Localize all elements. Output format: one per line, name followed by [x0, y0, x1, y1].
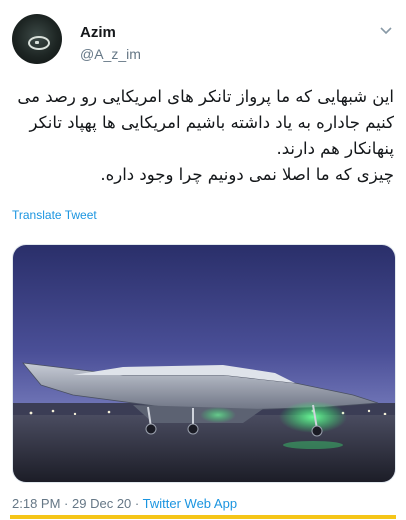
tweet-meta: 2:18 PM · 29 Dec 20 · Twitter Web App	[12, 496, 237, 511]
meta-separator-1: ·	[64, 496, 69, 511]
drone-photo	[13, 245, 395, 482]
chevron-down-icon[interactable]	[378, 22, 394, 38]
display-name[interactable]: Azim	[80, 24, 116, 41]
avatar-dot	[35, 41, 39, 44]
tweet-line-1: این شبهایی که ما پرواز تانکر های امریکای…	[17, 87, 394, 158]
tweet-text: این شبهایی که ما پرواز تانکر های امریکای…	[12, 84, 394, 188]
tweet-media-image[interactable]	[12, 244, 396, 483]
avatar-ring	[28, 36, 50, 50]
meta-separator-2: ·	[134, 496, 140, 511]
tweet-source-link[interactable]: Twitter Web App	[143, 496, 237, 511]
tweet-date[interactable]: 29 Dec 20	[72, 496, 131, 511]
tweet-line-2: چیزی که ما اصلا نمی دونیم چرا وجود داره.	[100, 165, 394, 184]
tweet-time[interactable]: 2:18 PM	[12, 496, 60, 511]
highlight-underline	[10, 515, 396, 519]
translate-tweet-link[interactable]: Translate Tweet	[12, 208, 97, 222]
tweet-header: Azim @A_z_im	[12, 14, 394, 66]
user-avatar[interactable]	[12, 14, 62, 64]
user-handle[interactable]: @A_z_im	[80, 46, 141, 62]
